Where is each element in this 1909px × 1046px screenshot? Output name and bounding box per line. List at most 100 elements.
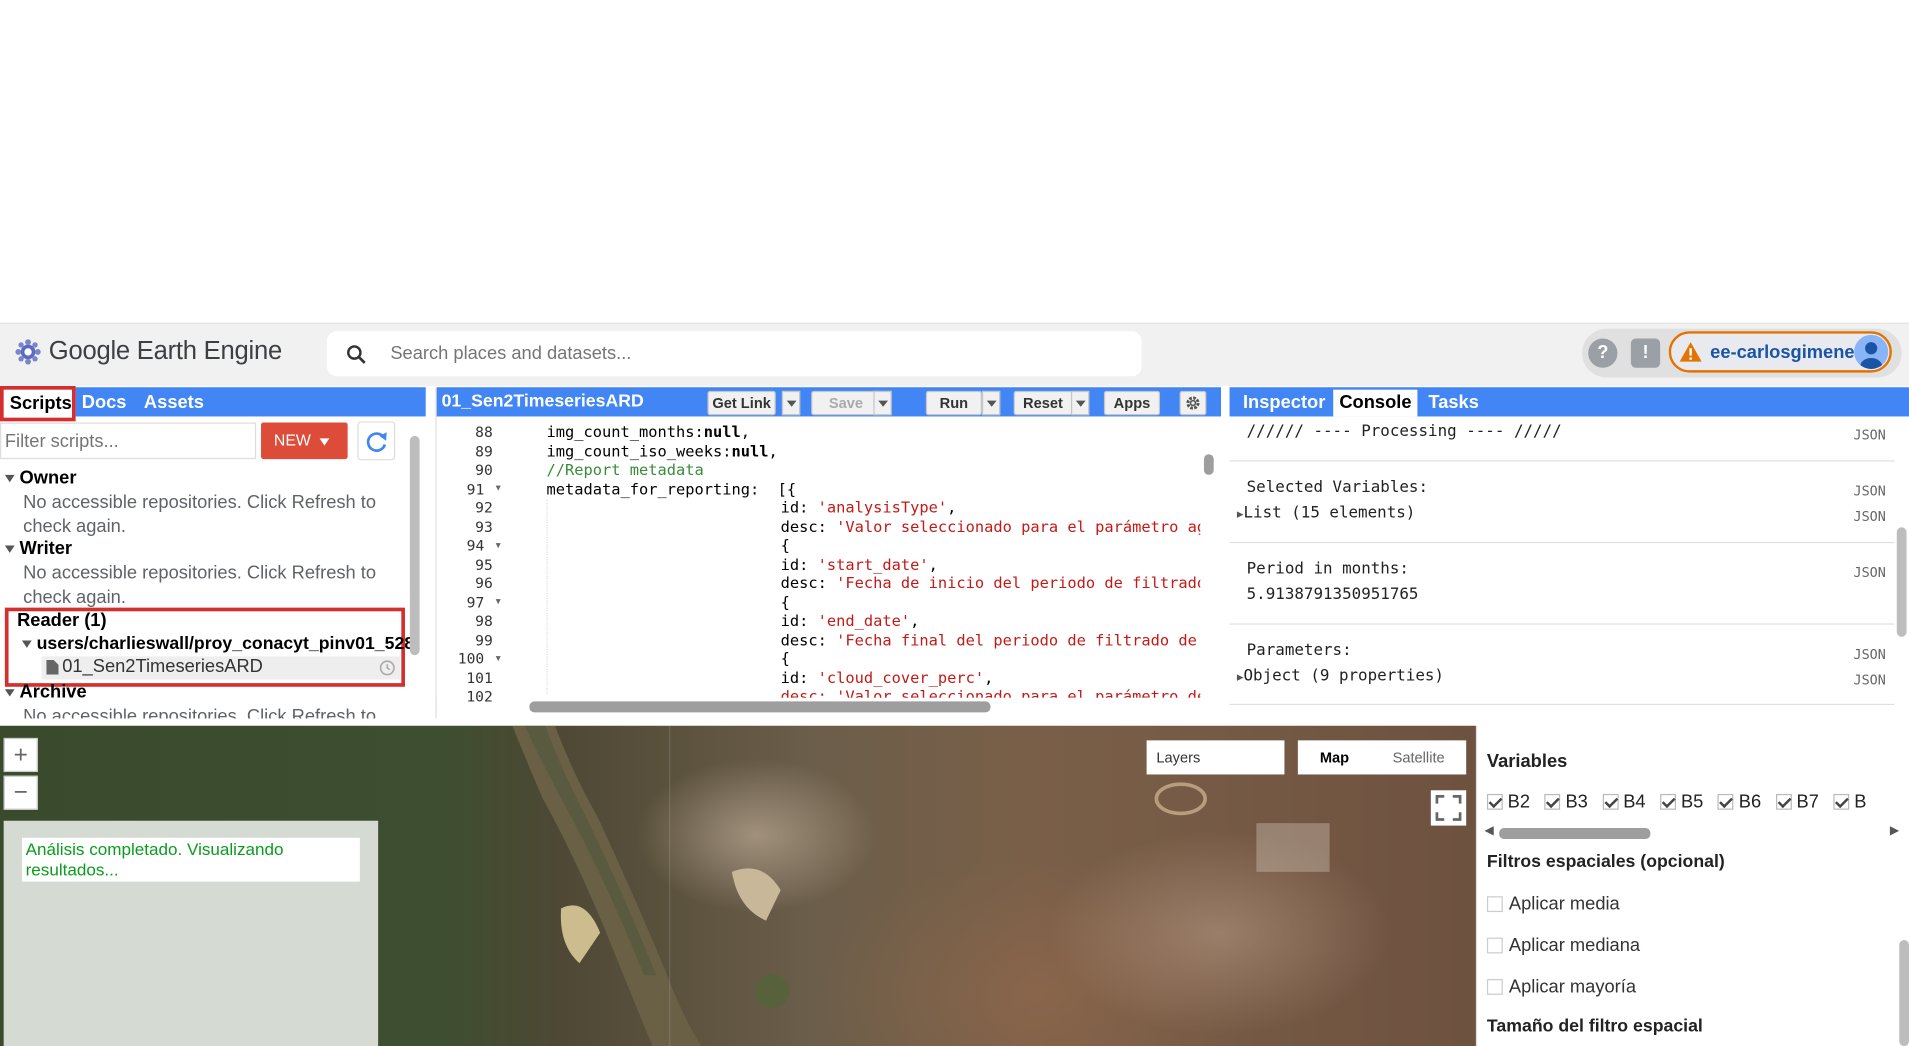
console-processing: ////// ---- Processing ---- ///// xyxy=(1246,422,1562,441)
tab-scripts[interactable]: Scripts xyxy=(0,386,76,422)
json-link[interactable]: JSON xyxy=(1853,483,1885,499)
avatar[interactable] xyxy=(1854,334,1889,369)
console-expandable[interactable]: ▶Object (9 properties) xyxy=(1237,667,1444,685)
band-checkbox[interactable]: B3 xyxy=(1544,792,1588,812)
option-apply-mean[interactable]: Aplicar media xyxy=(1486,894,1620,914)
save-menu-button[interactable] xyxy=(873,390,892,416)
code-line: id: 'analysisType', xyxy=(780,498,957,517)
reset-button[interactable]: Reset xyxy=(1013,390,1073,416)
archive-title: Archive xyxy=(19,681,87,703)
tab-tasks[interactable]: Tasks xyxy=(1422,390,1485,417)
line-number: 98 xyxy=(475,612,493,630)
reset-menu-button[interactable] xyxy=(1070,390,1090,416)
map-canvas[interactable]: + − Análisis completado. Visualizando re… xyxy=(0,725,1476,1046)
option-apply-median[interactable]: Aplicar mediana xyxy=(1486,935,1640,956)
get-link-button[interactable]: Get Link xyxy=(707,390,776,416)
owner-section[interactable]: Owner xyxy=(4,468,76,490)
band-checkbox[interactable]: B xyxy=(1833,792,1867,812)
script-title: 01_Sen2TimeseriesARD xyxy=(441,392,644,412)
band-checkbox[interactable]: B6 xyxy=(1718,792,1761,812)
new-button-label: NEW xyxy=(273,431,311,450)
owner-message: No accessible repositories. Click Refres… xyxy=(23,491,377,538)
json-link[interactable]: JSON xyxy=(1853,509,1885,525)
json-link[interactable]: JSON xyxy=(1853,565,1885,581)
feedback-icon[interactable]: ! xyxy=(1630,338,1661,368)
editor-vscroll[interactable] xyxy=(1203,454,1214,475)
scripts-panel: Scripts Docs Assets NEW Owner No accessi… xyxy=(0,386,426,719)
right-tabbar: Inspector Console Tasks xyxy=(1229,387,1909,417)
writer-title: Writer xyxy=(19,538,73,559)
run-button[interactable]: Run xyxy=(925,390,982,416)
refresh-button[interactable] xyxy=(357,421,396,461)
band-checkbox[interactable]: B2 xyxy=(1486,792,1530,812)
fold-arrow-icon[interactable]: ▼ xyxy=(494,542,502,551)
fullscreen-button[interactable] xyxy=(1430,790,1467,826)
band-checkbox[interactable]: B4 xyxy=(1602,792,1646,812)
line-number: 97 xyxy=(466,593,485,611)
search-input[interactable] xyxy=(390,343,1074,365)
settings-button[interactable] xyxy=(1179,390,1207,416)
reader-repo[interactable]: users/charlieswall/proy_conacyt_pinv01_5… xyxy=(21,633,415,655)
bands-hscroll[interactable]: ◀ ▶ xyxy=(1484,824,1899,839)
tab-assets[interactable]: Assets xyxy=(138,390,210,417)
layers-button[interactable]: Layers xyxy=(1146,740,1285,775)
fold-arrow-icon[interactable]: ▼ xyxy=(494,655,502,664)
repo-name: users/charlieswall/proy_conacyt_pinv01_5… xyxy=(36,634,415,654)
logo[interactable]: Google Earth Engine xyxy=(15,336,282,368)
variables-panel: Variables B2 B3 B4 B5 B6 B7 B ◀ ▶ Filtro… xyxy=(1475,725,1909,1046)
json-link[interactable]: JSON xyxy=(1853,672,1885,688)
checkbox-checked-icon xyxy=(1602,793,1619,810)
help-icon[interactable]: ? xyxy=(1588,338,1618,368)
code-line: desc: 'Fecha de inicio del periodo de fi… xyxy=(780,573,1201,592)
json-link[interactable]: JSON xyxy=(1853,427,1885,443)
line-number: 91 xyxy=(466,480,485,498)
variables-title: Variables xyxy=(1486,751,1568,773)
map-type-satellite-button[interactable]: Satellite xyxy=(1371,740,1466,774)
band-checkbox[interactable]: B7 xyxy=(1775,792,1819,812)
json-link[interactable]: JSON xyxy=(1853,647,1885,663)
console-scrollbar[interactable] xyxy=(1896,527,1907,637)
file-icon xyxy=(46,659,59,675)
variables-scrollbar[interactable] xyxy=(1899,940,1909,1046)
tab-inspector[interactable]: Inspector xyxy=(1237,390,1332,417)
checkbox-checked-icon xyxy=(1486,793,1503,810)
reader-section[interactable]: Reader (1) xyxy=(17,610,106,632)
filter-scripts-input[interactable] xyxy=(0,422,257,460)
console-expandable[interactable]: ▶List (15 elements) xyxy=(1237,504,1415,522)
code-line: id: 'end_date', xyxy=(780,611,920,630)
get-link-menu-button[interactable] xyxy=(781,390,801,416)
search-bar[interactable] xyxy=(326,331,1142,377)
code-area[interactable]: img_count_months:null, img_count_iso_wee… xyxy=(505,420,1200,698)
script-file-name: 01_Sen2TimeseriesARD xyxy=(62,656,263,678)
console-label: Selected Variables: xyxy=(1246,478,1429,497)
history-icon[interactable] xyxy=(379,660,395,676)
code-line: img_count_iso_weeks:null, xyxy=(546,441,778,460)
option-apply-majority[interactable]: Aplicar mayoría xyxy=(1486,977,1636,997)
zoom-in-button[interactable]: + xyxy=(3,737,38,773)
save-button[interactable]: Save xyxy=(811,390,881,416)
fold-arrow-icon[interactable]: ▼ xyxy=(494,485,502,494)
script-file-row[interactable]: 01_Sen2TimeseriesARD xyxy=(41,656,401,680)
fold-arrow-icon[interactable]: ▼ xyxy=(494,598,502,607)
new-button[interactable]: NEW xyxy=(261,422,348,460)
divider xyxy=(1229,623,1895,625)
expand-icon xyxy=(4,474,15,482)
apps-button[interactable]: Apps xyxy=(1103,390,1161,416)
archive-section[interactable]: Archive xyxy=(4,681,87,704)
scripts-scrollbar[interactable] xyxy=(409,435,420,656)
tab-console[interactable]: Console xyxy=(1333,389,1418,417)
band-checkbox[interactable]: B5 xyxy=(1660,792,1703,812)
editor-hscroll[interactable] xyxy=(529,701,991,713)
line-number: 88 xyxy=(475,423,493,441)
run-menu-button[interactable] xyxy=(981,390,1001,416)
expand-icon xyxy=(4,688,15,697)
map-type-map-button[interactable]: Map xyxy=(1298,740,1371,774)
checkbox-checked-icon xyxy=(1544,793,1561,810)
checkbox-unchecked-icon xyxy=(1486,979,1503,995)
code-line: desc: 'Valor seleccionado para el paráme… xyxy=(780,516,1201,536)
zoom-out-button[interactable]: − xyxy=(3,775,38,810)
tab-docs[interactable]: Docs xyxy=(76,390,133,417)
checkbox-checked-icon xyxy=(1660,793,1677,810)
writer-section[interactable]: Writer xyxy=(4,538,73,560)
account-button[interactable]: ee-carlosgimenez xyxy=(1668,331,1892,373)
